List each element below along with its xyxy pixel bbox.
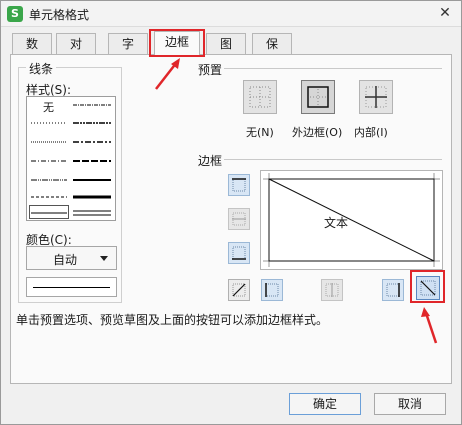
line-style-swatches[interactable] <box>27 97 115 220</box>
border-inside-vertical-button[interactable] <box>321 279 343 301</box>
dialog-title: 单元格格式 <box>29 8 90 22</box>
preset-none-button[interactable] <box>243 80 277 114</box>
close-icon[interactable]: ✕ <box>437 5 453 21</box>
line-color-preview <box>26 277 117 297</box>
border-divider <box>224 159 442 160</box>
border-inside-vertical-icon <box>325 283 339 297</box>
border-bottom-button[interactable] <box>228 242 250 264</box>
tab-number[interactable]: 数字 <box>12 33 52 71</box>
line-color-dropdown[interactable]: 自动 <box>26 246 117 270</box>
preview-drawing <box>263 173 440 267</box>
border-inside-horizontal-button[interactable] <box>228 208 250 230</box>
border-right-button[interactable] <box>382 279 404 301</box>
preset-inside-icon <box>365 86 387 108</box>
line-color-value: 自动 <box>53 253 78 267</box>
preset-none-label: 无(N) <box>246 126 274 139</box>
border-title: 边框 <box>198 154 223 168</box>
dropdown-caret-icon <box>100 256 108 261</box>
border-right-icon <box>386 283 400 297</box>
border-left-button[interactable] <box>261 279 283 301</box>
border-top-button[interactable] <box>228 174 250 196</box>
tab-highlight-box <box>149 29 205 57</box>
preset-outline-button[interactable] <box>301 80 335 114</box>
wps-spreadsheet-icon: S <box>7 6 23 22</box>
tab-alignment[interactable]: 对齐 <box>56 33 96 71</box>
preset-inside-label: 内部(I) <box>354 126 388 139</box>
border-bottom-icon <box>232 246 246 260</box>
instruction-text: 单击预置选项、预览草图及上面的按钮可以添加边框样式。 <box>16 313 329 327</box>
tab-protection[interactable]: 保护 <box>252 33 292 71</box>
presets-divider <box>224 68 442 69</box>
line-group-title: 线条 <box>26 60 57 77</box>
preset-outline-icon <box>307 86 329 108</box>
presets-title: 预置 <box>198 63 223 77</box>
cancel-button[interactable]: 取消 <box>374 393 446 415</box>
preset-outline-label: 外边框(O) <box>292 126 343 139</box>
border-left-icon <box>265 283 279 297</box>
preview-sample-text: 文本 <box>324 216 349 230</box>
diagonal-up-icon <box>232 283 246 297</box>
preset-none-icon <box>249 86 271 108</box>
selected-line-style <box>29 205 69 219</box>
tab-font[interactable]: 字体 <box>108 33 148 71</box>
title-bar: S 单元格格式 ✕ <box>1 1 461 27</box>
tab-annotation-arrow <box>155 58 180 90</box>
border-top-icon <box>232 178 246 192</box>
tab-pattern[interactable]: 图案 <box>206 33 246 71</box>
line-style-list: 无 <box>26 96 116 221</box>
preset-inside-button[interactable] <box>359 80 393 114</box>
diagonal-button-highlight-box <box>410 270 445 303</box>
border-inside-horizontal-icon <box>232 212 246 226</box>
diagonal-annotation-arrow <box>421 307 438 344</box>
ok-button[interactable]: 确定 <box>289 393 361 415</box>
border-preview[interactable] <box>260 170 443 270</box>
border-diagonal-up-button[interactable] <box>228 279 250 301</box>
